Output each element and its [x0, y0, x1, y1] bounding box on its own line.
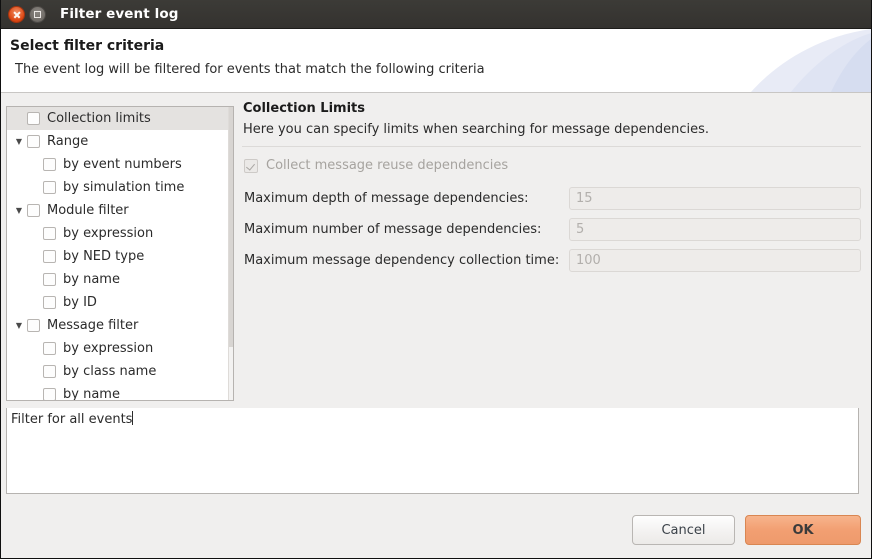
limit-field-input[interactable] [569, 187, 861, 210]
chevron-down-icon[interactable]: ▼ [11, 321, 27, 330]
tree-row-label: by NED type [63, 249, 145, 264]
tree-row-checkbox[interactable] [43, 365, 56, 378]
limit-field-row: Maximum depth of message dependencies: [242, 187, 861, 210]
tree-row-checkbox[interactable] [27, 204, 40, 217]
tree-row-checkbox[interactable] [43, 388, 56, 400]
limit-field-label: Maximum number of message dependencies: [244, 222, 542, 237]
limit-field-row: Maximum number of message dependencies: [242, 218, 861, 241]
tree-row-checkbox[interactable] [43, 158, 56, 171]
tree-row-label: by name [63, 387, 120, 401]
tree-row-checkbox[interactable] [27, 112, 40, 125]
filter-event-log-dialog: Filter event log Select filter criteria … [0, 0, 872, 559]
collect-message-reuse-dependencies-label: Collect message reuse dependencies [266, 158, 509, 173]
maximize-icon[interactable] [29, 5, 46, 23]
tree-row-checkbox[interactable] [43, 296, 56, 309]
ok-button[interactable]: OK [745, 515, 861, 545]
tree-row[interactable]: ▼by name [7, 383, 233, 401]
header-banner-graphic [681, 29, 871, 92]
tree-row[interactable]: ▼ Message filter [7, 314, 233, 337]
limit-field-row: Maximum message dependency collection ti… [242, 249, 861, 272]
dialog-content: ▼Collection limits▼Range▼by event number… [1, 93, 871, 558]
filter-criteria-tree[interactable]: ▼Collection limits▼Range▼by event number… [6, 106, 234, 401]
tree-row-label: by ID [63, 295, 97, 310]
tree-row[interactable]: ▼by expression [7, 222, 233, 245]
tree-row-label: Range [47, 134, 89, 149]
tree-row-label: by expression [63, 341, 154, 356]
tree-scrollbar-thumb[interactable] [229, 107, 233, 347]
tree-row[interactable]: ▼by simulation time [7, 176, 233, 199]
collect-message-reuse-dependencies-row[interactable]: Collect message reuse dependencies [244, 158, 861, 173]
tree-row-label: by class name [63, 364, 157, 379]
filter-expression-textarea[interactable]: Filter for all events [6, 408, 859, 494]
collection-limits-pane: Collection Limits Here you can specify l… [242, 101, 861, 280]
tree-row-checkbox[interactable] [43, 273, 56, 286]
tree-row[interactable]: ▼ Module filter [7, 199, 233, 222]
filter-expression-text: Filter for all events [11, 412, 133, 427]
wizard-header: Select filter criteria The event log wil… [1, 29, 871, 93]
tree-row[interactable]: ▼ Range [7, 130, 233, 153]
dialog-button-bar: Cancel OK [632, 515, 861, 545]
tree-scrollbar[interactable] [228, 107, 233, 400]
tree-row-checkbox[interactable] [43, 181, 56, 194]
tree-row-label: by name [63, 272, 120, 287]
tree-row[interactable]: ▼by event numbers [7, 153, 233, 176]
limit-field-input[interactable] [569, 249, 861, 272]
window-title: Filter event log [60, 6, 179, 22]
chevron-down-icon[interactable]: ▼ [11, 206, 27, 215]
collect-message-reuse-dependencies-checkbox[interactable] [244, 158, 258, 173]
tree-row-checkbox[interactable] [43, 342, 56, 355]
tree-row-checkbox[interactable] [27, 319, 40, 332]
tree-row[interactable]: ▼by ID [7, 291, 233, 314]
limit-field-input[interactable] [569, 218, 861, 241]
tree-row-label: Module filter [47, 203, 129, 218]
limit-field-label: Maximum depth of message dependencies: [244, 191, 529, 206]
tree-row-label: Collection limits [47, 111, 151, 126]
text-caret [132, 411, 134, 425]
tree-row-label: by expression [63, 226, 154, 241]
tree-row-label: Message filter [47, 318, 139, 333]
tree-row-checkbox[interactable] [27, 135, 40, 148]
tree-row-checkbox[interactable] [43, 227, 56, 240]
pane-separator [242, 146, 861, 147]
pane-title: Collection Limits [243, 101, 365, 116]
tree-row-label: by event numbers [63, 157, 182, 172]
chevron-down-icon[interactable]: ▼ [11, 137, 27, 146]
tree-row[interactable]: ▼by name [7, 268, 233, 291]
title-bar: Filter event log [1, 0, 871, 29]
page-title: Select filter criteria [10, 38, 165, 54]
close-icon[interactable] [8, 5, 25, 23]
limit-field-label: Maximum message dependency collection ti… [244, 253, 560, 268]
tree-row-checkbox[interactable] [43, 250, 56, 263]
cancel-button[interactable]: Cancel [632, 515, 735, 545]
tree-row[interactable]: ▼by class name [7, 360, 233, 383]
tree-row[interactable]: ▼by NED type [7, 245, 233, 268]
pane-description: Here you can specify limits when searchi… [243, 122, 710, 137]
tree-row[interactable]: ▼Collection limits [7, 107, 233, 130]
tree-row-label: by simulation time [63, 180, 185, 195]
page-description: The event log will be filtered for event… [15, 62, 485, 77]
tree-row[interactable]: ▼by expression [7, 337, 233, 360]
